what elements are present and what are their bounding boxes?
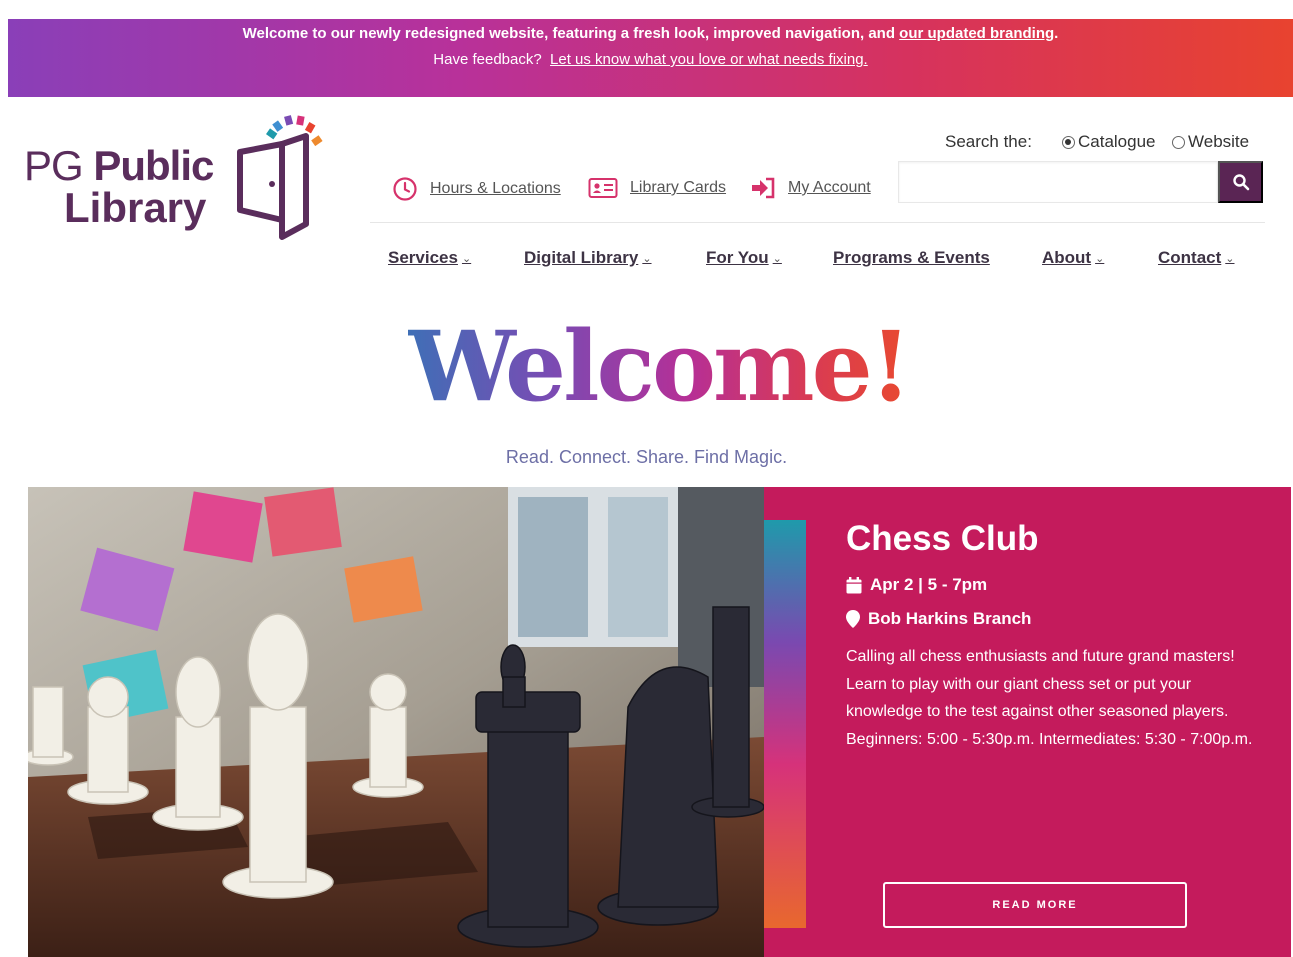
- radio-selected-indicator: [1062, 135, 1075, 149]
- nav-contact[interactable]: Contact ⌄: [1158, 248, 1235, 268]
- chevron-down-icon: ⌄: [1225, 252, 1235, 265]
- chevron-down-icon: ⌄: [772, 252, 782, 265]
- clock-icon: [393, 177, 417, 201]
- header-divider: [370, 222, 1265, 223]
- event-description: Calling all chess enthusiasts and future…: [846, 648, 1253, 748]
- search-icon: [1232, 174, 1249, 191]
- event-date-text: Apr 2 | 5 - 7pm: [870, 575, 988, 594]
- library-card-icon: [588, 178, 618, 198]
- map-pin-icon: [846, 610, 860, 628]
- website-radio[interactable]: Website: [1172, 132, 1249, 152]
- catalogue-radio[interactable]: Catalogue: [1062, 132, 1156, 152]
- event-location-text: Bob Harkins Branch: [868, 609, 1032, 628]
- banner-line-1: Welcome to our newly redesigned website,…: [8, 21, 1293, 47]
- tagline: Read. Connect. Share. Find Magic.: [505, 447, 788, 467]
- banner-text: Welcome to our newly redesigned website,…: [242, 25, 900, 42]
- my-account-link[interactable]: My Account: [750, 176, 871, 200]
- logo-pg: PG: [24, 142, 84, 189]
- hours-locations-label: Hours & Locations: [430, 180, 561, 197]
- nav-programs-events-label: Programs & Events: [833, 248, 990, 267]
- welcome-heading: Welcome!: [408, 312, 918, 422]
- nav-programs-events[interactable]: Programs & Events: [833, 248, 990, 268]
- library-cards-link[interactable]: Library Cards: [588, 176, 726, 200]
- my-account-label: My Account: [788, 179, 871, 196]
- nav-services[interactable]: Services ⌄: [388, 248, 471, 268]
- logo-library: Library: [64, 184, 207, 231]
- chevron-down-icon: ⌄: [461, 252, 472, 265]
- event-photo-chess: [28, 487, 764, 957]
- hours-locations-link[interactable]: Hours & Locations: [392, 176, 561, 202]
- nav-digital-library[interactable]: Digital Library ⌄: [524, 248, 652, 268]
- event-feature-panel: Chess Club Apr 2 | 5 - 7pm Bob Harkins B…: [764, 487, 1291, 957]
- website-radio-label: Website: [1188, 132, 1250, 151]
- nav-about[interactable]: About ⌄: [1042, 248, 1104, 268]
- search-scope-label: Search the:: [945, 132, 1032, 151]
- feedback-label: Have feedback?: [433, 51, 542, 68]
- chevron-down-icon: ⌄: [1095, 252, 1105, 265]
- nav-contact-label: Contact: [1158, 248, 1222, 267]
- search-button[interactable]: [1218, 161, 1263, 203]
- nav-services-label: Services: [388, 248, 458, 267]
- event-date: Apr 2 | 5 - 7pm: [846, 575, 987, 595]
- radio-unselected-indicator: [1172, 135, 1185, 149]
- logo-public: Public: [93, 142, 214, 189]
- search-input[interactable]: [898, 161, 1218, 203]
- nav-digital-library-label: Digital Library: [524, 248, 639, 267]
- nav-about-label: About: [1042, 248, 1092, 267]
- updated-branding-link[interactable]: our updated branding: [899, 25, 1054, 42]
- banner-line-2: Have feedback? Let us know what you love…: [8, 47, 1293, 73]
- event-title: Chess Club: [846, 519, 1039, 558]
- logo-text-top: PG Public: [24, 142, 214, 190]
- read-more-button[interactable]: READ MORE: [883, 882, 1187, 928]
- catalogue-radio-label: Catalogue: [1078, 132, 1156, 151]
- calendar-icon: [846, 576, 862, 593]
- sign-in-icon: [752, 177, 775, 199]
- event-location: Bob Harkins Branch: [846, 609, 1031, 629]
- chevron-down-icon: ⌄: [642, 252, 652, 265]
- gradient-accent-bar: [764, 520, 806, 928]
- banner-period: .: [1054, 25, 1059, 42]
- announcement-banner: Welcome to our newly redesigned website,…: [8, 19, 1293, 97]
- feedback-link[interactable]: Let us know what you love or what needs …: [550, 51, 868, 68]
- book-door-logo-icon: [237, 115, 323, 240]
- nav-for-you-label: For You: [706, 248, 769, 267]
- site-logo[interactable]: PG Public Library: [24, 112, 334, 247]
- library-cards-label: Library Cards: [630, 179, 727, 196]
- nav-for-you[interactable]: For You ⌄: [706, 248, 782, 268]
